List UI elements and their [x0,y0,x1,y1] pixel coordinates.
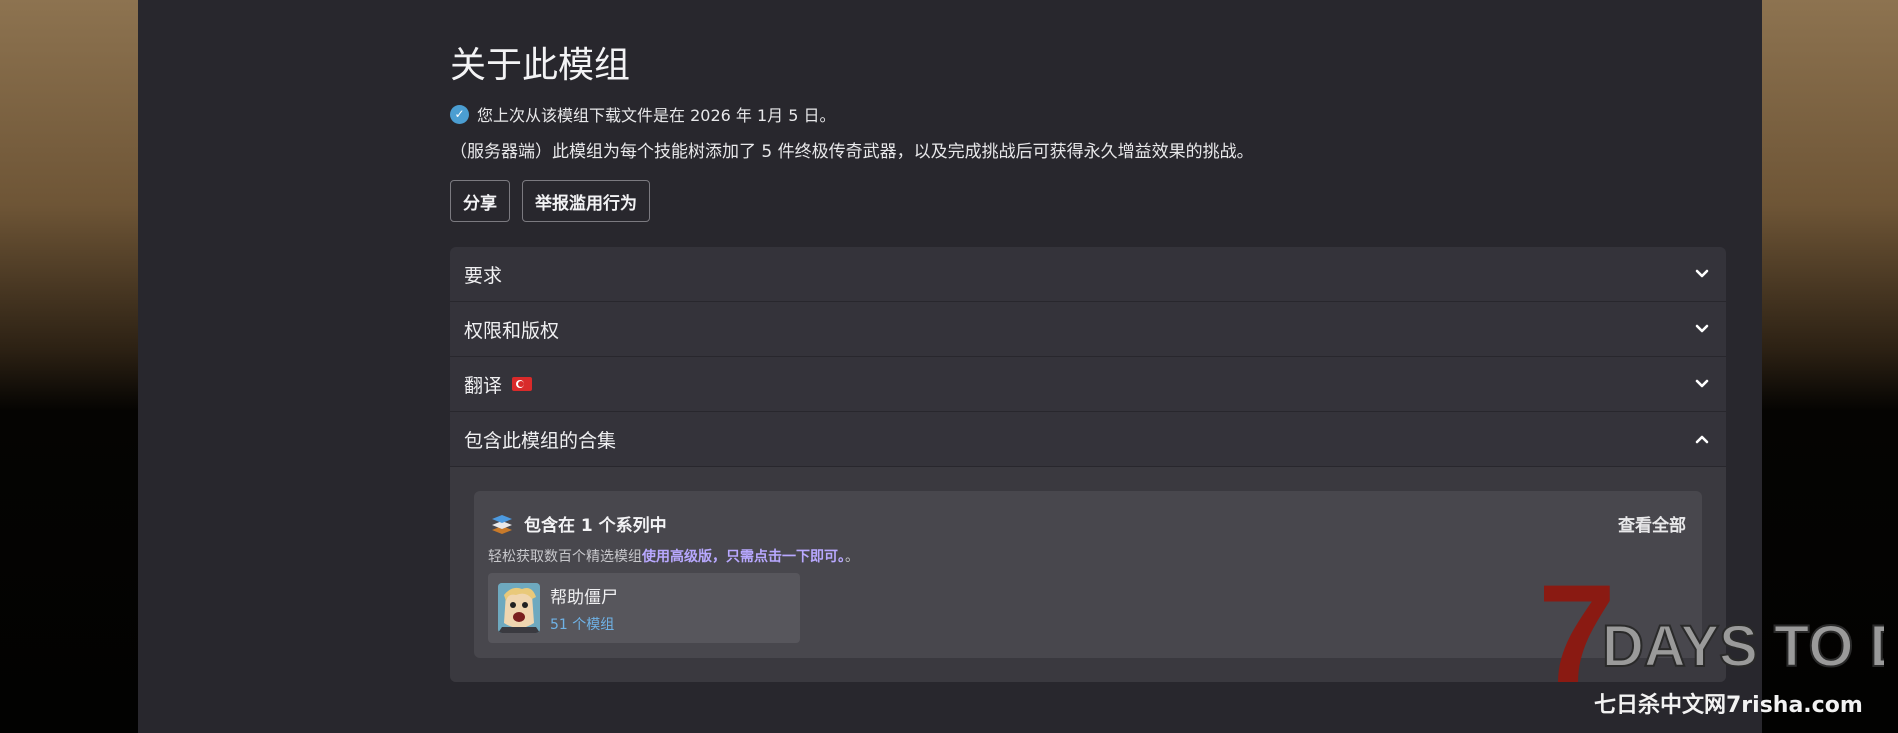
promo-plain: 轻松获取数百个精选模组 [488,549,642,565]
accordion-requirements[interactable]: 要求 [450,247,1726,302]
accordion-translations[interactable]: 翻译 [450,357,1726,412]
view-all-link[interactable]: 查看全部 [1618,511,1686,536]
accordion-label-text: 翻译 [464,374,503,397]
mod-description: （服务器端）此模组为每个技能树添加了 5 件终极传奇武器，以及完成挑战后可获得永… [450,142,1254,162]
accordion-label: 要求 [464,264,503,287]
accordion-label: 包含此模组的合集 [464,429,617,452]
premium-promo-text: 轻松获取数百个精选模组使用高级版，只需点击一下即可。。 [488,546,859,566]
chevron-down-icon [1695,324,1709,333]
share-button[interactable]: 分享 [450,180,510,222]
zombie-face-icon [498,583,540,633]
accordion-label: 权限和版权 [464,319,560,342]
collections-title-text: 包含在 1 个系列中 [524,516,667,536]
collection-info: 帮助僵尸 51 个模组 [550,583,618,634]
logo-site-text: 七日杀中文网7risha.com [1594,692,1863,718]
last-download-text: 您上次从该模组下载文件是在 2026 年 1月 5 日。 [477,106,836,125]
chevron-down-icon [1695,269,1709,278]
collection-thumbnail [498,583,540,633]
turkey-flag-icon [512,377,533,391]
accordion-permissions[interactable]: 权限和版权 [450,302,1726,357]
collections-card: 包含在 1 个系列中 查看全部 轻松获取数百个精选模组使用高级版，只需点击一下即… [474,491,1702,658]
background-left [0,0,140,733]
accordion-label: 翻译 [464,371,533,398]
action-buttons: 分享 举报滥用行为 [450,180,650,222]
mod-page-panel: 关于此模组 ✓ 您上次从该模组下载文件是在 2026 年 1月 5 日。 （服务… [138,0,1762,733]
last-download-notice: ✓ 您上次从该模组下载文件是在 2026 年 1月 5 日。 [450,102,836,126]
report-abuse-button[interactable]: 举报滥用行为 [522,180,650,222]
check-circle-icon: ✓ [450,104,469,124]
collections-header: 包含在 1 个系列中 查看全部 [490,511,1686,536]
collection-name: 帮助僵尸 [550,587,618,608]
collection-mod-count: 51 个模组 [550,616,615,633]
collection-item[interactable]: 帮助僵尸 51 个模组 [488,573,800,643]
layers-stack-icon [492,514,512,534]
promo-tail: 。 [845,549,859,565]
page-title: 关于此模组 [450,45,631,86]
premium-link[interactable]: 使用高级版，只需点击一下即可。 [642,549,845,565]
7-days-to-die-logo: 7 DAYS TO DIE 七日杀中文网7risha.com [1538,570,1884,718]
logo-wordmark: DAYS TO DIE [1602,614,1884,679]
chevron-down-icon [1695,379,1709,388]
collections-title: 包含在 1 个系列中 [490,511,667,536]
accordion-collections[interactable]: 包含此模组的合集 [450,412,1726,467]
chevron-up-icon [1695,435,1709,444]
